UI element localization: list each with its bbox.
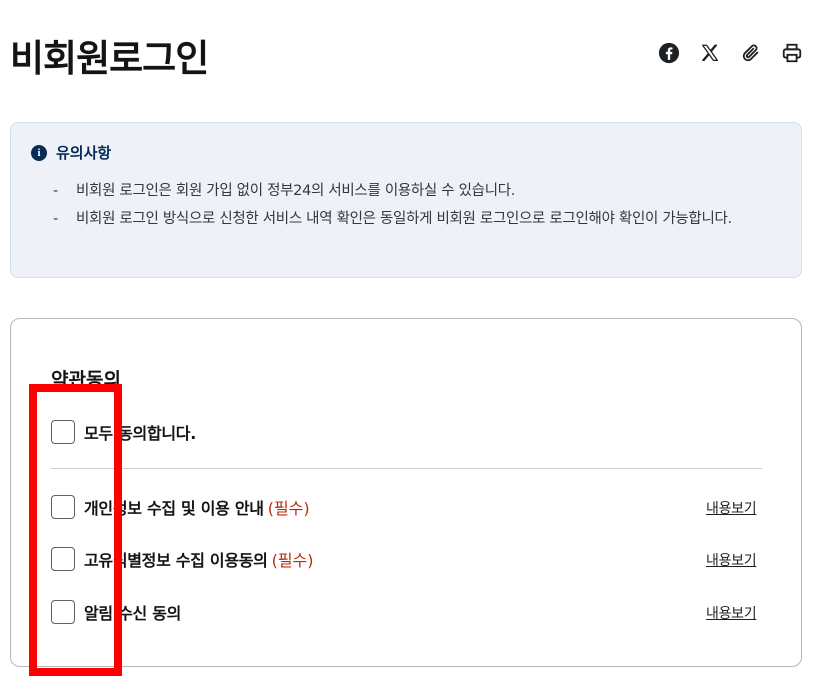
notice-title: 유의사항 [56, 144, 112, 162]
notice-item: 비회원 로그인은 회원 가입 없이 정부24의 서비스를 이용하실 수 있습니다… [53, 177, 793, 205]
notification-view-link[interactable]: 내용보기 [706, 603, 757, 623]
notification-label[interactable]: 알림 수신 동의 [84, 600, 181, 624]
x-icon[interactable] [697, 40, 723, 66]
notification-checkbox[interactable] [51, 600, 75, 624]
terms-item-privacy: 개인정보 수집 및 이용 안내 (필수) [51, 495, 310, 519]
print-icon[interactable] [779, 40, 805, 66]
notice-header: i 유의사항 [31, 142, 111, 163]
terms-item-notification: 알림 수신 동의 [51, 600, 181, 624]
privacy-checkbox[interactable] [51, 495, 75, 519]
required-badge: (필수) [271, 551, 314, 570]
notice-item: 비회원 로그인 방식으로 신청한 서비스 내역 확인은 동일하게 비회원 로그인… [53, 205, 793, 233]
privacy-label[interactable]: 개인정보 수집 및 이용 안내 [84, 495, 264, 519]
terms-title: 약관동의 [51, 369, 121, 391]
unique-id-view-link[interactable]: 내용보기 [706, 550, 757, 570]
required-badge: (필수) [267, 499, 310, 518]
privacy-view-link[interactable]: 내용보기 [706, 498, 757, 518]
divider [51, 468, 762, 469]
page-title: 비회원로그인 [10, 37, 209, 80]
agree-all-row: 모두 동의합니다. [51, 420, 196, 444]
notice-box: i 유의사항 비회원 로그인은 회원 가입 없이 정부24의 서비스를 이용하실… [10, 122, 802, 278]
notice-list: 비회원 로그인은 회원 가입 없이 정부24의 서비스를 이용하실 수 있습니다… [53, 177, 793, 233]
attach-icon[interactable] [738, 40, 764, 66]
unique-id-checkbox[interactable] [51, 547, 75, 571]
agree-all-label[interactable]: 모두 동의합니다. [84, 420, 196, 444]
facebook-icon[interactable] [656, 40, 682, 66]
terms-box: 약관동의 모두 동의합니다. 개인정보 수집 및 이용 안내 (필수) 내용보기… [10, 318, 802, 667]
info-icon: i [31, 144, 47, 161]
terms-item-unique-id: 고유식별정보 수집 이용동의 (필수) [51, 547, 314, 571]
share-bar [656, 40, 805, 66]
agree-all-checkbox[interactable] [51, 420, 75, 444]
unique-id-label[interactable]: 고유식별정보 수집 이용동의 [84, 547, 268, 571]
